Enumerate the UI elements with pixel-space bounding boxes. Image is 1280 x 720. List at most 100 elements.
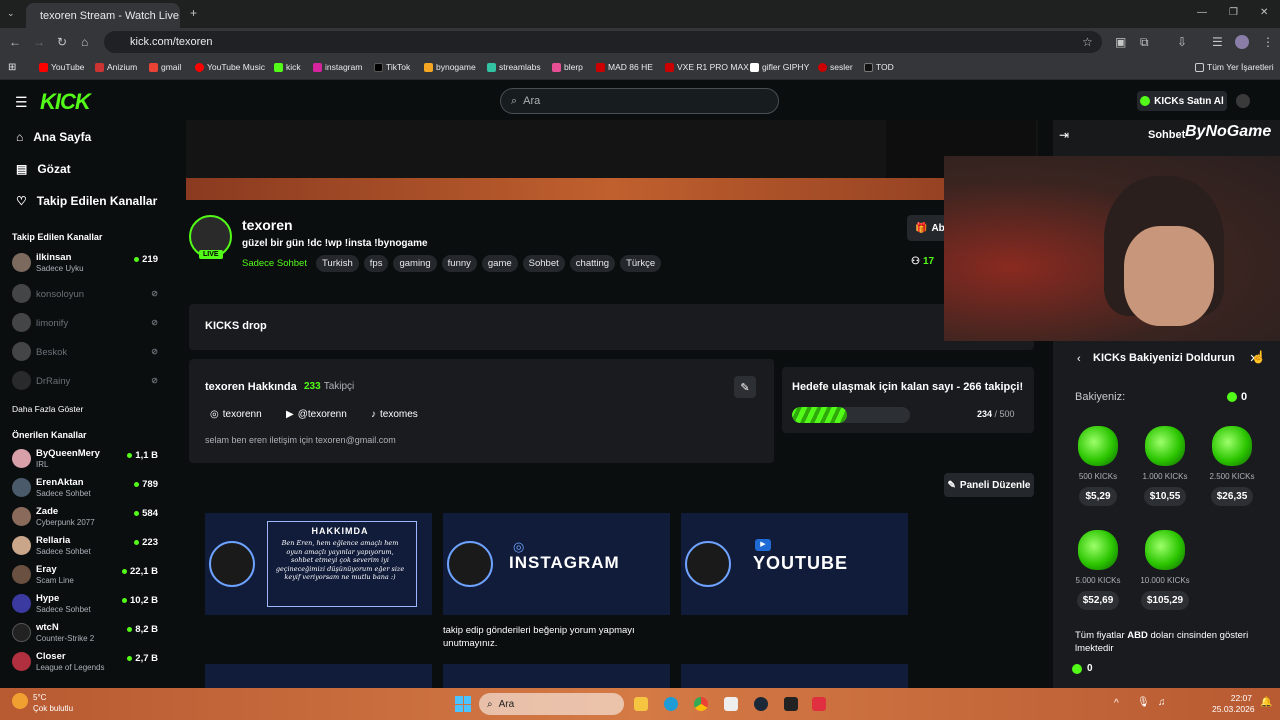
nav-browse[interactable]: ▤ Gözat — [16, 162, 71, 176]
back-arrow-icon[interactable]: ‹ — [1077, 353, 1081, 365]
apps-icon[interactable]: ⊞ — [8, 62, 16, 73]
tag[interactable]: gaming — [393, 255, 437, 272]
subscribe-button[interactable]: 🎁 Ab — [907, 215, 947, 241]
video-player[interactable] — [186, 120, 1038, 200]
maximize-icon[interactable]: ❐ — [1229, 7, 1238, 19]
recommended-channel[interactable]: Hype Sadece Sohbet 10,2 B — [12, 592, 162, 618]
edit-panels-button[interactable]: ✎ Paneli Düzenle — [944, 473, 1034, 497]
social-instagram[interactable]: ◎ texorenn — [210, 409, 262, 420]
bookmark-bynogame[interactable]: bynogame — [424, 62, 476, 72]
recommended-channel[interactable]: Closer League of Legends 2,7 B — [12, 650, 162, 676]
channel-name[interactable]: texoren — [242, 217, 293, 233]
windows-start-icon[interactable] — [455, 696, 471, 712]
recommended-channel[interactable]: Zade Cyberpunk 2077 584 — [12, 505, 162, 531]
kicks-package-5000[interactable]: 5.000 KICKs $52,69 — [1068, 530, 1128, 610]
bookmark-sesler[interactable]: sesler — [818, 62, 853, 72]
hamburger-menu-icon[interactable]: ☰ — [15, 94, 28, 111]
collapse-chat-icon[interactable]: ⇥ — [1059, 128, 1069, 142]
tag[interactable]: Sohbet — [522, 255, 565, 272]
bookmark-giphy[interactable]: gifler GIPHY — [750, 62, 809, 72]
steam-icon[interactable] — [754, 697, 768, 711]
bookmark-kick[interactable]: kick — [274, 62, 301, 72]
tray-chevron-icon[interactable]: ^ — [1114, 698, 1119, 709]
bookmark-youtube-music[interactable]: YouTube Music — [195, 62, 265, 72]
social-tiktok[interactable]: ♪ texomes — [371, 409, 418, 420]
recommended-channel[interactable]: ErenAktan Sadece Sohbet 789 — [12, 476, 162, 502]
notification-bell-icon[interactable]: 🔔 — [1260, 697, 1272, 708]
bookmark-streamlabs[interactable]: streamlabs — [487, 62, 541, 72]
bookmark-instagram[interactable]: instagram — [313, 62, 362, 72]
followed-channel[interactable]: Beskok ⊘ — [12, 340, 162, 366]
kicks-package-10000[interactable]: 10.000 KICKs $105,29 — [1135, 530, 1195, 610]
bookmark-star-icon[interactable]: ☆ — [1082, 36, 1093, 48]
back-icon[interactable]: ← — [9, 36, 21, 48]
home-icon[interactable]: ⌂ — [81, 36, 88, 48]
tag[interactable]: chatting — [569, 255, 616, 272]
bookmark-anizium[interactable]: Anizium — [95, 62, 137, 72]
downloads-icon[interactable]: ⇩ — [1177, 36, 1187, 48]
chrome-icon[interactable] — [694, 697, 708, 711]
tab-search-icon[interactable]: ⌄ — [7, 7, 15, 19]
menu-icon[interactable]: ⋮ — [1262, 36, 1274, 48]
kicks-package-500[interactable]: 500 KICKs $5,29 — [1068, 426, 1128, 506]
followed-channel[interactable]: konsoloyun ⊘ — [12, 282, 162, 308]
speaker-icon[interactable]: ♫ — [1158, 697, 1166, 708]
social-youtube[interactable]: ▶ @texorenn — [286, 409, 347, 420]
followed-channel[interactable]: limonify ⊘ — [12, 311, 162, 337]
file-explorer-icon[interactable] — [634, 697, 648, 711]
bookmark-vxe[interactable]: VXE R1 PRO MAX — [665, 62, 749, 72]
user-avatar[interactable] — [1236, 94, 1250, 108]
extension-icon[interactable]: ▣ — [1115, 36, 1126, 48]
store-icon[interactable] — [724, 697, 738, 711]
search-input[interactable]: ⌕ Ara — [500, 88, 779, 114]
tag[interactable]: funny — [441, 255, 477, 272]
app-icon[interactable] — [812, 697, 826, 711]
tag[interactable]: Turkish — [315, 255, 359, 272]
bookmark-tod[interactable]: TOD — [864, 62, 894, 72]
all-bookmarks[interactable]: Tüm Yer İşaretleri — [1195, 62, 1274, 72]
show-more-link[interactable]: Daha Fazla Göster — [12, 404, 83, 414]
reload-icon[interactable]: ↻ — [57, 36, 67, 48]
nav-following[interactable]: ♡ Takip Edilen Kanallar — [16, 194, 157, 208]
tag[interactable]: fps — [363, 255, 389, 272]
edit-pencil-icon[interactable]: ✎ — [734, 376, 756, 398]
youtube-panel[interactable]: ▶ YOUTUBE — [681, 513, 908, 615]
profile-avatar[interactable] — [1235, 35, 1249, 49]
forward-icon[interactable]: → — [33, 36, 45, 48]
tag[interactable]: game — [481, 255, 518, 272]
bookmark-gmail[interactable]: gmail — [149, 62, 181, 72]
close-window-icon[interactable]: ✕ — [1260, 7, 1268, 19]
bookmark-tiktok[interactable]: TikTok — [374, 62, 410, 72]
recommended-channel[interactable]: ByQueenMery IRL 1,1 B — [12, 447, 162, 473]
kick-logo[interactable]: KICK — [40, 89, 91, 115]
minimize-icon[interactable]: — — [1197, 7, 1207, 19]
tag[interactable]: Türkçe — [620, 255, 662, 272]
goal-progress-fill — [792, 407, 848, 423]
nav-home[interactable]: ⌂ Ana Sayfa — [16, 130, 91, 144]
puzzle-icon[interactable]: ⧉ — [1140, 36, 1149, 48]
buy-kicks-button[interactable]: KICKs Satın Al — [1137, 91, 1227, 111]
epic-games-icon[interactable] — [784, 697, 798, 711]
weather-icon[interactable] — [12, 693, 28, 709]
followed-channel[interactable]: DrRainy ⊘ — [12, 369, 162, 395]
new-tab-icon[interactable]: + — [190, 7, 197, 19]
browser-tab[interactable]: texoren Stream - Watch Live o ✕ — [26, 3, 180, 28]
microphone-icon[interactable]: 🎙 — [1137, 697, 1150, 708]
edge-icon[interactable] — [664, 697, 678, 711]
recommended-channel[interactable]: Rellaria Sadece Sohbet 223 — [12, 534, 162, 560]
recommended-channel[interactable]: Eray Scam Line 22,1 B — [12, 563, 162, 589]
taskbar-search[interactable]: ⌕ Ara — [479, 693, 624, 715]
sidepanel-icon[interactable]: ☰ — [1212, 36, 1223, 48]
kicks-package-1000[interactable]: 1.000 KICKs $10,55 — [1135, 426, 1195, 506]
bookmark-youtube[interactable]: YouTube — [39, 62, 84, 72]
category-link[interactable]: Sadece Sohbet — [242, 258, 307, 269]
followed-channel[interactable]: ilkinsan Sadece Uyku 219 — [12, 251, 162, 277]
kicks-package-2500[interactable]: 2.500 KICKs $26,35 — [1202, 426, 1262, 506]
kicks-drop-panel[interactable]: KICKS drop — [189, 304, 1034, 350]
bookmark-blerp[interactable]: blerp — [552, 62, 583, 72]
recommended-channel[interactable]: wtcN Counter-Strike 2 8,2 B — [12, 621, 162, 647]
instagram-panel[interactable]: ◎ INSTAGRAM — [443, 513, 670, 615]
bookmark-mad86he[interactable]: MAD 86 HE — [596, 62, 653, 72]
address-bar[interactable]: kick.com/texoren — [104, 31, 1102, 53]
search-icon: ⌕ — [511, 94, 518, 107]
